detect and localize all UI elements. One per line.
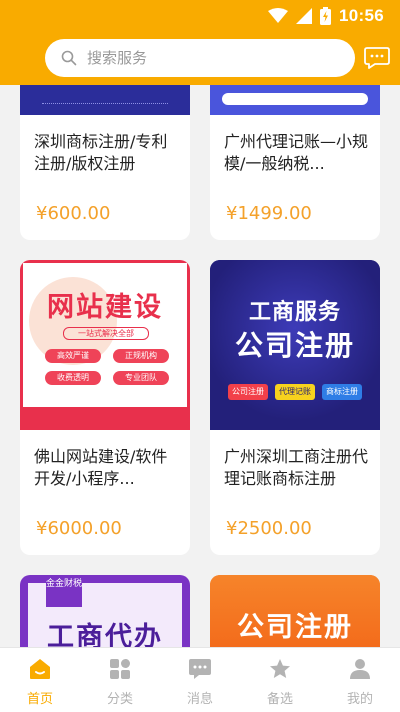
tab-label: 我的 [346, 692, 373, 707]
product-card[interactable]: 工商服务 公司注册 公司注册 代理记账 商标注册 广州深圳工商注册代理记账商标注… [210, 260, 380, 555]
tab-label: 首页 [26, 692, 53, 707]
image-heading: 公司注册 [237, 612, 353, 643]
message-bubble-icon[interactable] [364, 46, 390, 70]
image-tag: 商标注册 [322, 384, 362, 400]
product-card[interactable]: 公司注册 [210, 575, 380, 647]
search-icon [61, 50, 77, 66]
product-card[interactable]: 网站建设 一站式解决全部 高效严谨 正规机构 收费透明 专业团队 佛山网站建设/… [20, 260, 190, 555]
image-heading: 工商代办 [47, 622, 163, 647]
wifi-icon [268, 8, 289, 23]
product-title: 深圳商标注册/专利注册/版权注册 [34, 132, 168, 173]
image-tag: 代理记账 [275, 384, 315, 400]
product-image: 工商服务 公司注册 公司注册 代理记账 商标注册 [210, 260, 380, 430]
category-icon [110, 659, 130, 679]
product-price: ¥2500.00 [226, 518, 312, 539]
image-heading: 网站建设 [47, 292, 163, 323]
product-price: ¥6000.00 [36, 518, 122, 539]
tab-label: 分类 [106, 692, 133, 707]
clock: 10:56 [339, 6, 384, 25]
product-price: ¥1499.00 [226, 203, 312, 224]
product-image: 金金财税 工商代办 [20, 575, 190, 647]
user-icon [350, 659, 370, 679]
product-grid[interactable]: 深圳商标注册/专利注册/版权注册 ¥600.00 广州代理记账—小规模/一般纳税… [0, 85, 400, 647]
product-image: 网站建设 一站式解决全部 高效严谨 正规机构 收费透明 专业团队 [20, 260, 190, 430]
battery-icon [320, 7, 332, 25]
search-input[interactable] [85, 48, 329, 68]
top-header: 10:56 [0, 0, 400, 85]
product-card[interactable]: 广州代理记账—小规模/一般纳税... ¥1499.00 [210, 85, 380, 240]
product-price: ¥600.00 [36, 203, 111, 224]
product-image: 公司注册 [210, 575, 380, 647]
home-icon [30, 659, 50, 679]
tab-messages[interactable]: 消息 [160, 648, 240, 712]
image-badge: 金金财税 [46, 575, 82, 607]
product-card[interactable]: 金金财税 工商代办 [20, 575, 190, 647]
star-icon [270, 659, 290, 678]
product-title: 佛山网站建设/软件开发/小程序... [34, 447, 168, 488]
tab-profile[interactable]: 我的 [320, 648, 400, 712]
tab-label: 备选 [266, 692, 293, 707]
status-bar: 10:56 [0, 0, 400, 32]
image-heading: 公司注册 [234, 329, 355, 362]
product-title: 广州深圳工商注册代理记账商标注册 [224, 447, 369, 488]
image-tag: 收费透明 [45, 371, 101, 385]
product-image [20, 85, 190, 115]
search-bar[interactable] [45, 39, 355, 77]
bottom-tab-bar: 首页 分类 消息 备选 我的 [0, 647, 400, 712]
image-tag: 公司注册 [228, 384, 268, 400]
product-image [210, 85, 380, 115]
tab-category[interactable]: 分类 [80, 648, 160, 712]
image-tag: 高效严谨 [45, 349, 101, 363]
tab-label: 消息 [186, 692, 213, 707]
image-heading: 工商服务 [248, 300, 341, 325]
tab-home[interactable]: 首页 [0, 648, 80, 712]
product-title: 广州代理记账—小规模/一般纳税... [224, 132, 369, 173]
image-tag: 正规机构 [113, 349, 169, 363]
image-tag: 专业团队 [113, 371, 169, 385]
tab-favorites[interactable]: 备选 [240, 648, 320, 712]
product-card[interactable]: 深圳商标注册/专利注册/版权注册 ¥600.00 [20, 85, 190, 240]
signal-icon [296, 8, 313, 24]
image-subtitle: 一站式解决全部 [63, 327, 149, 340]
message-icon [189, 659, 211, 679]
